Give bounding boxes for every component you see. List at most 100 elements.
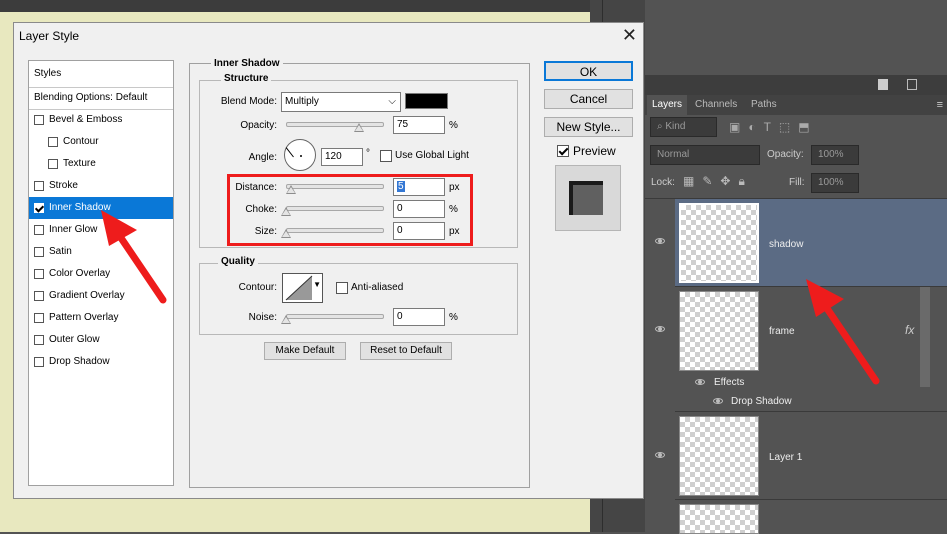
panel-icon-bar — [645, 75, 947, 95]
reset-default-button[interactable]: Reset to Default — [360, 342, 452, 360]
chevron-down-icon: ⌵ — [388, 96, 396, 107]
distance-input[interactable]: 5 — [393, 178, 445, 196]
new-layer-icon[interactable] — [878, 79, 888, 90]
blend-mode-label: Blend Mode: — [220, 96, 277, 107]
cancel-button[interactable]: Cancel — [544, 89, 633, 109]
angle-dial[interactable] — [284, 139, 316, 171]
quality-group — [199, 263, 518, 335]
outer-glow-checkbox[interactable] — [34, 335, 44, 345]
section-title: Inner Shadow — [211, 58, 283, 69]
layer-opacity-input[interactable]: 100% — [811, 145, 859, 165]
close-icon[interactable]: ✕ — [622, 25, 637, 45]
contour-picker[interactable]: ▼ — [282, 273, 323, 303]
bevel-emboss-checkbox[interactable] — [34, 115, 44, 125]
outer-glow-item[interactable]: Outer Glow — [29, 329, 173, 351]
texture-item[interactable]: Texture — [29, 153, 173, 175]
opacity-slider[interactable] — [286, 122, 384, 127]
layer-thumbnail — [679, 504, 759, 534]
stroke-item[interactable]: Stroke — [29, 175, 173, 197]
contour-item[interactable]: Contour — [29, 131, 173, 153]
choke-unit: % — [449, 204, 458, 215]
blend-mode-select[interactable]: Multiply ⌵ — [281, 92, 401, 112]
choke-slider-handle[interactable] — [281, 207, 291, 216]
size-unit: px — [449, 226, 460, 237]
opacity-label: Opacity: — [240, 120, 277, 131]
size-slider-handle[interactable] — [281, 229, 291, 238]
use-global-light-checkbox[interactable] — [380, 150, 392, 162]
drop-shadow-eye-icon[interactable] — [713, 398, 723, 404]
trash-icon[interactable] — [907, 79, 917, 90]
bevel-emboss-item[interactable]: Bevel & Emboss — [29, 109, 173, 131]
anti-aliased-label: Anti-aliased — [351, 282, 404, 293]
visibility-eye-icon[interactable] — [655, 452, 665, 458]
size-label: Size: — [254, 226, 277, 237]
drop-shadow-item[interactable]: Drop Shadow — [29, 351, 173, 373]
choke-label: Choke: — [245, 204, 277, 215]
filter-kind-select[interactable]: ⌕ Kind — [650, 117, 717, 137]
opacity-input[interactable]: 75 — [393, 116, 445, 134]
noise-label: Noise: — [248, 312, 277, 323]
blending-options-item[interactable]: Blending Options: Default — [29, 87, 173, 109]
tab-paths[interactable]: Paths — [745, 95, 785, 115]
choke-input[interactable]: 0 — [393, 200, 445, 218]
lock-label: Lock: — [651, 177, 675, 188]
gradient-overlay-checkbox[interactable] — [34, 291, 44, 301]
styles-list-header[interactable]: Styles — [29, 63, 173, 85]
pattern-overlay-checkbox[interactable] — [34, 313, 44, 323]
choke-slider[interactable] — [286, 206, 384, 211]
opacity-slider-handle[interactable] — [354, 123, 364, 132]
layer-name: frame — [769, 326, 795, 337]
blend-mode-dropdown[interactable]: Normal — [650, 145, 760, 165]
layer-name: Layer 1 — [769, 452, 803, 463]
opacity-unit: % — [449, 120, 458, 131]
inner-glow-checkbox[interactable] — [34, 225, 44, 235]
panel-top-area — [645, 0, 947, 75]
new-style-button[interactable]: New Style... — [544, 117, 633, 137]
layers-list: shadow frame fx Effects Drop Shadow Laye… — [645, 198, 947, 534]
distance-unit: px — [449, 182, 460, 193]
noise-slider-handle[interactable] — [281, 315, 291, 324]
angle-unit: ° — [366, 148, 370, 159]
layer-thumbnail — [679, 203, 759, 283]
contour-label: Contour: — [238, 282, 277, 293]
contour-checkbox[interactable] — [48, 137, 58, 147]
visibility-eye-icon[interactable] — [655, 326, 665, 332]
lock-icons: ▦✎✥🔒︎ — [683, 174, 753, 188]
drop-shadow-effect[interactable]: Drop Shadow — [731, 396, 792, 407]
noise-slider[interactable] — [286, 314, 384, 319]
inner-shadow-checkbox[interactable] — [34, 203, 44, 213]
effects-eye-icon[interactable] — [695, 379, 705, 385]
layer-name: shadow — [769, 239, 804, 250]
color-overlay-checkbox[interactable] — [34, 269, 44, 279]
pattern-overlay-item[interactable]: Pattern Overlay — [29, 307, 173, 329]
layer-fill-input[interactable]: 100% — [811, 173, 859, 193]
satin-checkbox[interactable] — [34, 247, 44, 257]
angle-input[interactable]: 120 — [321, 148, 363, 166]
distance-slider[interactable] — [286, 184, 384, 189]
texture-checkbox[interactable] — [48, 159, 58, 169]
noise-input[interactable]: 0 — [393, 308, 445, 326]
tab-layers[interactable]: Layers — [647, 95, 687, 115]
anti-aliased-checkbox[interactable] — [336, 282, 348, 294]
make-default-button[interactable]: Make Default — [264, 342, 346, 360]
stroke-checkbox[interactable] — [34, 181, 44, 191]
preview-checkbox[interactable] — [557, 145, 569, 157]
distance-label: Distance: — [235, 182, 277, 193]
blend-color-swatch[interactable] — [405, 93, 448, 109]
visibility-eye-icon[interactable] — [655, 238, 665, 244]
tab-channels[interactable]: Channels — [689, 95, 739, 115]
size-input[interactable]: 0 — [393, 222, 445, 240]
structure-legend: Structure — [221, 73, 272, 84]
angle-label: Angle: — [248, 152, 277, 163]
drop-shadow-checkbox[interactable] — [34, 357, 44, 367]
app-topbar — [0, 0, 590, 12]
layer-opacity-label: Opacity: — [767, 149, 804, 160]
panel-menu-icon[interactable]: ≡ — [937, 99, 943, 111]
scrollbar[interactable] — [920, 287, 930, 387]
ok-button[interactable]: OK — [544, 61, 633, 81]
fx-icon[interactable]: fx — [905, 323, 914, 337]
dialog-title: Layer Style — [19, 29, 80, 43]
size-slider[interactable] — [286, 228, 384, 233]
panel-tabs: Layers Channels Paths ≡ — [645, 95, 947, 115]
distance-slider-handle[interactable] — [286, 185, 296, 194]
